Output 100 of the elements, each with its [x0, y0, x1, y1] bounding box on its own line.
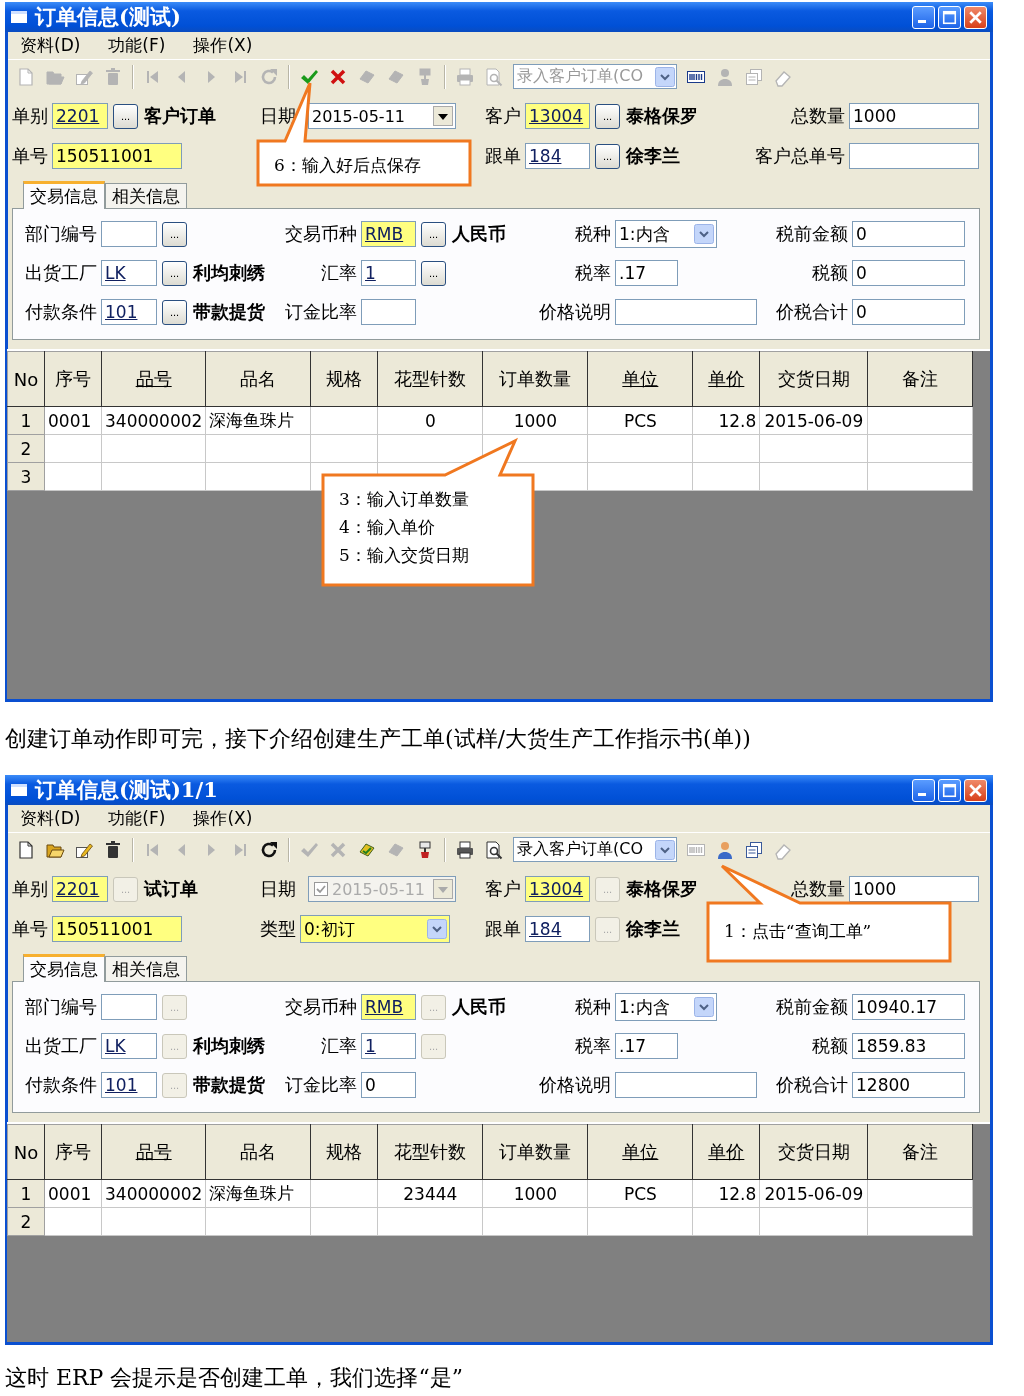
tab[interactable]: 交易信息	[23, 181, 105, 209]
text-field[interactable]: 0	[852, 221, 965, 247]
tab[interactable]: 交易信息	[23, 954, 105, 982]
column-header[interactable]: 品号	[101, 1124, 206, 1180]
field-label: 出货工厂	[25, 1034, 97, 1058]
tab[interactable]: 相关信息	[105, 183, 187, 208]
person-icon[interactable]	[715, 839, 735, 860]
text-field[interactable]	[101, 221, 157, 247]
maximize-button[interactable]	[938, 5, 961, 29]
printer-icon[interactable]	[455, 839, 475, 860]
column-header[interactable]: 单位	[587, 1124, 693, 1180]
text-field[interactable]: 1	[361, 260, 416, 286]
report-dropdown[interactable]: 录入客户订单(CO	[513, 837, 677, 862]
lookup-button[interactable]: ...	[421, 260, 446, 286]
text-field[interactable]: .17	[615, 1033, 678, 1059]
text-field[interactable]: 150511001	[52, 916, 182, 942]
table-cell: 深海鱼珠片	[205, 1179, 311, 1208]
close-button[interactable]	[964, 778, 987, 802]
column-header[interactable]: No	[7, 1124, 45, 1180]
text-field[interactable]: 101	[101, 1072, 157, 1098]
column-header[interactable]: 备注	[867, 351, 973, 407]
trash-icon[interactable]	[103, 839, 123, 860]
text-field[interactable]: 184	[525, 143, 590, 169]
text-field[interactable]: 2201	[52, 876, 108, 902]
minimize-button[interactable]	[912, 778, 935, 802]
column-header[interactable]: 序号	[44, 351, 102, 407]
field-label: 总数量	[790, 104, 845, 128]
close-button[interactable]	[964, 5, 987, 29]
column-header[interactable]: 品名	[205, 1124, 311, 1180]
menu-item[interactable]: 操作(X)	[193, 807, 253, 830]
text-field[interactable]	[615, 1072, 757, 1098]
text-field[interactable]: 12800	[852, 1072, 965, 1098]
column-header[interactable]: 订单数量	[482, 351, 588, 407]
text-field[interactable]	[849, 143, 979, 169]
document-icon[interactable]	[16, 839, 36, 860]
text-field[interactable]: LK	[101, 1033, 157, 1059]
menu-item[interactable]: 功能(F)	[108, 34, 166, 57]
copy-icon[interactable]	[744, 839, 764, 860]
column-header[interactable]: 品名	[205, 351, 311, 407]
text-field[interactable]: 0	[852, 299, 965, 325]
text-field[interactable]: 1000	[849, 103, 979, 129]
text-field[interactable]: 2201	[52, 103, 108, 129]
column-header[interactable]: 序号	[44, 1124, 102, 1180]
menu-item[interactable]: 资料(D)	[20, 807, 81, 830]
lookup-button[interactable]: ...	[113, 103, 138, 129]
field-label: 税额	[811, 1034, 848, 1058]
text-field[interactable]	[101, 994, 157, 1020]
text-field[interactable]: RMB	[361, 221, 416, 247]
text-field[interactable]: 1859.83	[852, 1033, 965, 1059]
lookup-button[interactable]: ...	[421, 221, 446, 247]
lookup-button[interactable]: ...	[595, 143, 620, 169]
column-header[interactable]: 单价	[692, 1124, 760, 1180]
name-text: 试订单	[144, 877, 198, 901]
column-header[interactable]: 单位	[587, 351, 693, 407]
text-field[interactable]: 1000	[849, 876, 979, 902]
menu-item[interactable]: 功能(F)	[108, 807, 166, 830]
caret-icon[interactable]	[433, 106, 453, 126]
menu-item[interactable]: 资料(D)	[20, 34, 81, 57]
column-header[interactable]: No	[7, 351, 45, 407]
text-field[interactable]: RMB	[361, 994, 416, 1020]
tab[interactable]: 相关信息	[105, 956, 187, 981]
text-field[interactable]: 1	[361, 1033, 416, 1059]
maximize-button[interactable]	[938, 778, 961, 802]
dropdown-field[interactable]: 0:初订	[300, 915, 450, 943]
text-field[interactable]: 13004	[525, 103, 590, 129]
field-label: 汇率	[320, 261, 357, 285]
text-field[interactable]: 184	[525, 916, 590, 942]
text-field[interactable]: 101	[101, 299, 157, 325]
text-field[interactable]	[361, 299, 416, 325]
text-field[interactable]: 0	[852, 260, 965, 286]
column-header[interactable]: 备注	[867, 1124, 973, 1180]
text-field[interactable]: 13004	[525, 876, 590, 902]
column-header[interactable]: 单价	[692, 351, 760, 407]
text-field[interactable]: 10940.17	[852, 994, 965, 1020]
lookup-button[interactable]: ...	[162, 221, 187, 247]
column-header[interactable]: 交货日期	[759, 351, 868, 407]
column-header[interactable]: 花型针数	[377, 1124, 483, 1180]
dropdown-field[interactable]: 1:内含	[615, 993, 717, 1021]
column-header[interactable]: 品号	[101, 351, 206, 407]
lookup-button[interactable]: ...	[162, 260, 187, 286]
minimize-button[interactable]	[912, 5, 935, 29]
preview-icon[interactable]	[484, 839, 504, 860]
column-header[interactable]: 交货日期	[759, 1124, 868, 1180]
column-header[interactable]: 花型针数	[377, 351, 483, 407]
column-header[interactable]: 规格	[310, 1124, 378, 1180]
table-cell: PCS	[587, 1179, 693, 1208]
date-field[interactable]: 2015-05-11	[308, 103, 456, 129]
table-cell	[310, 434, 378, 463]
lookup-button[interactable]: ...	[162, 299, 187, 325]
refresh-icon[interactable]	[259, 839, 279, 860]
text-field[interactable]: 150511001	[52, 143, 182, 169]
text-field[interactable]: LK	[101, 260, 157, 286]
text-field[interactable]: 0	[361, 1072, 416, 1098]
dropdown-field[interactable]: 1:内含	[615, 220, 717, 248]
column-header[interactable]: 规格	[310, 351, 378, 407]
lookup-button[interactable]: ...	[595, 103, 620, 129]
menu-item[interactable]: 操作(X)	[193, 34, 253, 57]
text-field[interactable]: .17	[615, 260, 678, 286]
column-header[interactable]: 订单数量	[482, 1124, 588, 1180]
text-field[interactable]	[615, 299, 757, 325]
